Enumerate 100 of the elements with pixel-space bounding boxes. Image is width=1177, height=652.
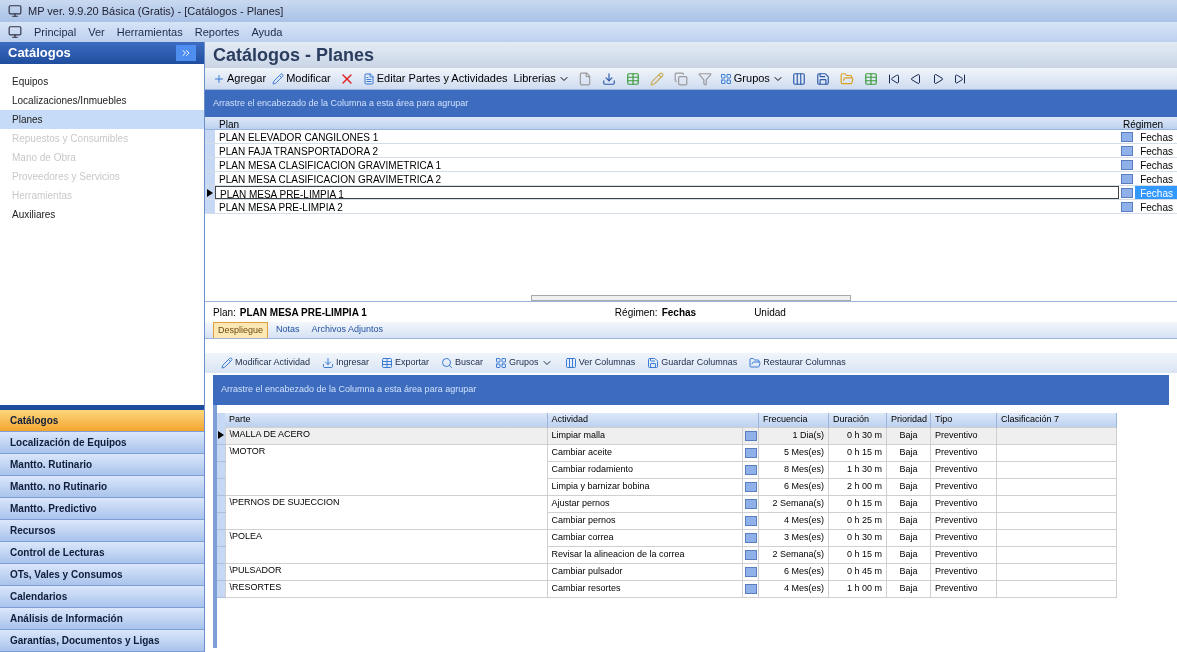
toolbar-button[interactable]: Ingresar [322, 356, 370, 370]
table-cell: 5 Mes(es) [784, 446, 824, 457]
column-header[interactable]: Clasificación 7 [996, 413, 1117, 427]
group-hint: Arrastre el encabezado de la Columna a esta área para agrupar [221, 383, 477, 397]
table-cell: \MOTOR [229, 445, 266, 456]
libraries-dropdown[interactable]: Librerias [513, 70, 570, 87]
nav-button[interactable]: Recursos [0, 520, 204, 542]
edit-parts-button[interactable]: Editar Partes y Actividades [362, 70, 508, 87]
table-cell: Limpiar malla [551, 429, 606, 440]
column-header[interactable]: Duración [828, 413, 887, 427]
ellipsis-button[interactable] [744, 430, 757, 441]
table-cell: Preventivo [935, 446, 978, 457]
table-cell: Preventivo [935, 565, 978, 576]
tab[interactable]: Notas [272, 322, 304, 338]
import-icon [601, 71, 616, 86]
sidebar-item[interactable]: Localizaciones/Inmuebles [0, 91, 204, 110]
table-cell: Baja [899, 429, 918, 440]
group-hint: Arrastre el encabezado de la Columna a esta área para agrupar [213, 96, 469, 110]
column-header[interactable]: Prioridad [886, 413, 931, 427]
table-cell: Baja [899, 446, 918, 457]
ellipsis-button[interactable] [1121, 131, 1133, 142]
groups-dropdown[interactable]: Grupos [719, 70, 784, 87]
ellipsis-button[interactable] [744, 515, 757, 526]
ellipsis-button[interactable] [1121, 201, 1133, 212]
tab[interactable]: Archivos Adjuntos [307, 322, 388, 338]
column-header[interactable]: Tipo [930, 413, 997, 427]
nav-button[interactable]: Calendarios [0, 586, 204, 608]
row-selector[interactable] [205, 186, 215, 199]
table-cell: \RESORTES [229, 581, 282, 592]
table-cell: 1 h 00 m [846, 582, 882, 593]
toolbar-button[interactable]: Ver Columnas [564, 356, 636, 370]
next-record-icon [931, 72, 944, 85]
table-cell: 0 h 15 m [846, 548, 882, 559]
ellipsis-button[interactable] [744, 481, 757, 492]
nav-button[interactable]: Análisis de Información [0, 608, 204, 630]
nav-button[interactable]: Catálogos [0, 410, 204, 432]
toolbar-button[interactable]: Restaurar Columnas [749, 356, 846, 370]
menu-item[interactable]: Herramientas [116, 23, 183, 41]
column-header[interactable]: Régimen [1119, 117, 1177, 129]
ellipsis-button[interactable] [744, 464, 757, 475]
nav-button[interactable]: OTs, Vales y Consumos [0, 564, 204, 586]
regimen-value: Fechas [661, 305, 697, 320]
nav-button[interactable]: Mantto. Rutinario [0, 454, 204, 476]
toolbar-button[interactable]: Exportar [381, 356, 430, 370]
toolbar-button[interactable]: Grupos [495, 356, 553, 370]
window-title: MP ver. 9.9.20 Básica (Gratis) - [Catálogos - Planes] [28, 3, 284, 19]
ellipsis-button[interactable] [744, 498, 757, 509]
tab[interactable]: Despliegue [213, 322, 269, 338]
collapse-button[interactable] [176, 45, 196, 61]
ellipsis-button[interactable] [744, 549, 757, 560]
nav-button[interactable]: Mantto. Predictivo [0, 498, 204, 520]
table-cell: Preventivo [935, 548, 978, 559]
table-cell: Preventivo [935, 531, 978, 542]
save-icon [815, 71, 830, 86]
ellipsis-button[interactable] [744, 583, 757, 594]
ellipsis-button[interactable] [1121, 173, 1133, 184]
add-button[interactable]: Agregar [213, 70, 267, 87]
toolbar-button[interactable]: Guardar Columnas [647, 356, 738, 370]
column-header[interactable]: Actividad [547, 413, 759, 427]
table-cell: 1 h 30 m [846, 463, 882, 474]
table-cell-text: PLAN FAJA TRANSPORTADORA 2 [218, 145, 379, 157]
ellipsis-button[interactable] [1121, 187, 1133, 198]
menu-item[interactable]: Ver [88, 23, 105, 41]
corner-header [217, 413, 225, 427]
nav-button[interactable]: Mantto. no Rutinario [0, 476, 204, 498]
toolbar-button[interactable]: Buscar [441, 356, 484, 370]
folder-icon [749, 357, 762, 369]
menu-item[interactable]: Reportes [194, 23, 240, 41]
table-cell: Baja [899, 531, 918, 542]
menu-item[interactable]: Principal [34, 23, 77, 41]
column-header[interactable]: Plan [215, 117, 1119, 129]
menu-item[interactable]: Ayuda [251, 23, 283, 41]
row-selector[interactable] [217, 427, 225, 444]
plan-value: PLAN MESA PRE-LIMPIA 1 [239, 305, 367, 320]
grid-icon [495, 357, 508, 369]
table-cell: 2 Semana(s) [772, 497, 824, 508]
table-cell: 0 h 15 m [846, 497, 882, 508]
sidebar-item[interactable]: Planes [0, 110, 204, 129]
toolbar-button[interactable]: Modificar Actividad [221, 356, 311, 370]
table-cell: Cambiar resortes [551, 582, 621, 593]
app-icon [8, 25, 22, 39]
splitter-handle[interactable] [531, 295, 851, 301]
edit-button[interactable]: Modificar [272, 70, 331, 87]
columns-icon [564, 357, 577, 369]
ellipsis-button[interactable] [744, 447, 757, 458]
pencil-icon [649, 71, 664, 86]
sidebar-item[interactable]: Auxiliares [0, 205, 204, 224]
ellipsis-button[interactable] [744, 532, 757, 543]
document-icon [362, 72, 375, 85]
table-cell: Limpia y barnizar bobina [551, 480, 650, 491]
nav-button[interactable]: Control de Lecturas [0, 542, 204, 564]
ellipsis-button[interactable] [1121, 145, 1133, 156]
nav-button[interactable]: Garantías, Documentos y Ligas [0, 630, 204, 652]
row-indicator-icon [207, 188, 213, 197]
ellipsis-button[interactable] [744, 566, 757, 577]
column-header[interactable]: Parte [225, 413, 547, 427]
nav-button[interactable]: Localización de Equipos [0, 432, 204, 454]
ellipsis-button[interactable] [1121, 159, 1133, 170]
sidebar-item[interactable]: Equipos [0, 72, 204, 91]
column-header[interactable]: Frecuencia [758, 413, 829, 427]
